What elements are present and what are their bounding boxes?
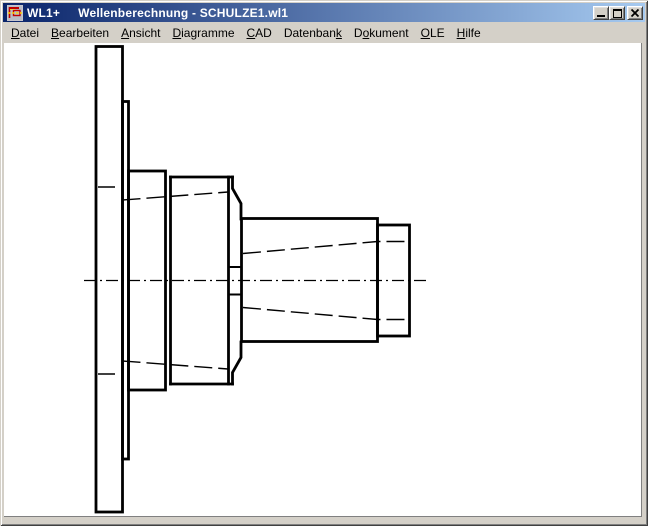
app-window: WL1+ Wellenberechnung - SCHULZE1.wl1 Dat… xyxy=(0,0,648,526)
menu-item-datenbank[interactable]: Datenbank xyxy=(279,24,347,42)
menu-item-bearbeiten[interactable]: Bearbeiten xyxy=(46,24,114,42)
menu-item-dokument[interactable]: Dokument xyxy=(349,24,414,42)
hidden-bore-top xyxy=(123,192,229,200)
flange-disc xyxy=(96,47,123,513)
chamfer-top xyxy=(233,177,242,219)
menu-bar: DateiBearbeitenAnsichtDiagrammeCADDatenb… xyxy=(4,23,644,42)
close-icon xyxy=(628,7,642,19)
menu-item-diagramme[interactable]: Diagramme xyxy=(167,24,239,42)
maximize-icon xyxy=(613,9,622,18)
window-title-app: WL1+ xyxy=(27,6,60,20)
minimize-icon xyxy=(597,15,605,17)
hidden-taper-bottom xyxy=(243,308,408,320)
drawing-canvas xyxy=(4,43,642,517)
window-title-document: Wellenberechnung - SCHULZE1.wl1 xyxy=(78,6,288,20)
hidden-bore-bottom xyxy=(123,361,229,369)
menu-item-ansicht[interactable]: Ansicht xyxy=(116,24,165,42)
shaft-drawing xyxy=(4,43,641,516)
title-bar[interactable]: WL1+ Wellenberechnung - SCHULZE1.wl1 xyxy=(3,3,645,22)
menu-item-cad[interactable]: CAD xyxy=(242,24,277,42)
chamfer-bottom xyxy=(233,342,242,384)
maximize-button[interactable] xyxy=(609,6,625,20)
minimize-button[interactable] xyxy=(593,6,609,20)
menu-item-ole[interactable]: OLE xyxy=(416,24,450,42)
hidden-taper-top xyxy=(243,242,408,254)
menu-item-hilfe[interactable]: Hilfe xyxy=(452,24,486,42)
menu-item-datei[interactable]: Datei xyxy=(6,24,44,42)
close-button[interactable] xyxy=(627,6,643,20)
window-controls xyxy=(593,6,643,20)
app-icon[interactable] xyxy=(7,5,23,21)
